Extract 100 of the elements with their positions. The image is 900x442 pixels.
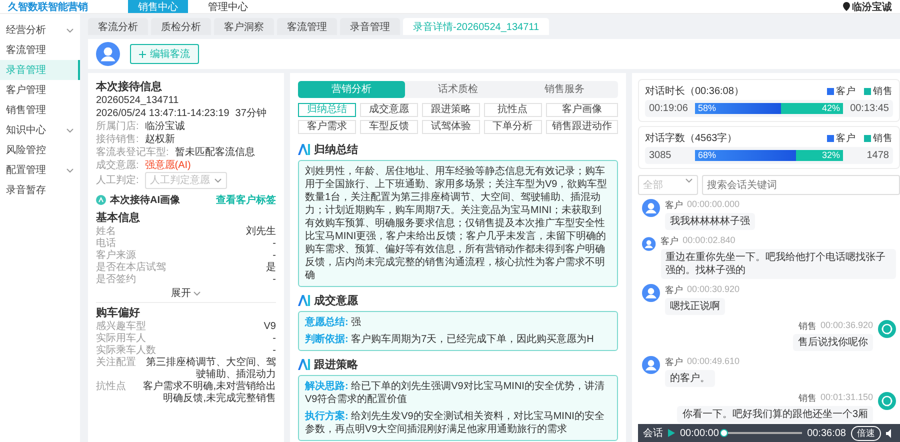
user-avatar-icon	[642, 199, 660, 217]
message-time: 00:00:36.920	[820, 320, 873, 332]
info-value: 是	[266, 262, 276, 274]
section-title: 跟进策略	[314, 358, 358, 372]
speaker-name: 销售	[798, 320, 816, 333]
info-label: 实际用车人	[96, 333, 146, 344]
field-label: 成交意愿:	[96, 159, 139, 172]
page-tab[interactable]: 录音管理	[340, 18, 400, 35]
stat-title: 对话时长（00:36:08）	[645, 84, 745, 98]
store-location[interactable]: 临汾宝诚	[852, 0, 892, 13]
category-chip[interactable]: 客户需求	[298, 120, 356, 134]
category-chip[interactable]: 销售跟进动作	[546, 120, 618, 134]
caret-down-icon	[685, 178, 693, 183]
user-avatar-icon	[642, 356, 660, 374]
record-id: 20260524_134711	[96, 94, 180, 107]
speaker-name: 客户	[660, 235, 679, 248]
current-time: 00:00:00	[680, 428, 719, 438]
player-label: 会话	[643, 426, 663, 440]
info-label: 感兴趣车型	[96, 321, 146, 332]
left-value: 00:19:06	[649, 103, 689, 114]
info-label: 电话	[96, 238, 116, 250]
section-title: 基本信息	[96, 210, 141, 225]
speaker-name: 销售	[798, 392, 816, 405]
user-avatar-icon	[96, 42, 120, 66]
message-bubble: 你看一下。吧好我们算的跟他还坐一个3厢	[677, 406, 873, 423]
category-chip[interactable]: 车型反馈	[360, 120, 418, 134]
result-line: 执行方案: 给刘先生发V9的安全测试相关资料，对比宝马MINI的安全参数，再点明V9大空间插混刚好满足他家用通勤旅行的需求	[305, 410, 606, 436]
message-time: 00:00:02.840	[682, 235, 736, 247]
info-label: 关注配置	[96, 357, 136, 370]
page-tab[interactable]: 客流管理	[277, 18, 337, 35]
field-value: 暂未匹配客流信息	[174, 146, 255, 159]
play-icon[interactable]	[668, 429, 675, 437]
info-value: V9	[264, 321, 276, 333]
message-bubble: 售后说找你呢你	[793, 334, 873, 351]
page-tab[interactable]: 质检分析	[151, 18, 211, 35]
category-chip[interactable]: 成交意愿	[360, 103, 418, 117]
right-value: 1478	[866, 150, 889, 161]
field-label: 所属门店:	[96, 120, 139, 133]
sidebar-item[interactable]: 风险管控	[0, 140, 80, 160]
summary-text: 刘姓男性，年龄、居住地址、用车经验等静态信息无有效记录；购车用于全国旅行、上下班通勤、家用多场景；关注车型为V9，欲购车型数量1台，关注配置为第三排座椅调节、大空间、驾驶辅助、插混动力；计划近期购车，购车周期7天。关注竞品为宝马MINI；未获取到有效购车预算、明确服务要求信息；仅销售提及本次推广车型安全性比宝马MINI更强，客户未给出反馈；客户几乎未发言，未留下明确的购车需求、预算、偏好等有效信息，所有营销动作都未得到客户明确反馈，店内尚未完成完整的销售沟通流程，核心抗性为客户需求不明确	[305, 165, 608, 282]
legend-swatch	[827, 88, 834, 94]
sidebar-item[interactable]: 录音暂存	[0, 180, 80, 200]
analysis-tab[interactable]: 销售服务	[511, 81, 618, 98]
page-tab[interactable]: 客流分析	[88, 18, 148, 35]
expand-link[interactable]: 展开	[171, 286, 191, 300]
expand-caret-icon	[66, 128, 74, 132]
duration: 37分钟	[235, 107, 266, 120]
ratio-fill: 58%	[695, 103, 781, 114]
record-time: 2026/05/24 13:47:11-14:23:19	[96, 107, 230, 120]
search-field[interactable]: 搜索会话关键词	[702, 175, 900, 195]
plus-icon	[139, 50, 146, 58]
field-label: 客流表登记车型:	[96, 146, 169, 159]
sidebar-item[interactable]: 配置管理	[0, 160, 80, 180]
user-avatar-icon	[642, 235, 656, 253]
info-value: -	[272, 333, 276, 345]
nav-tab[interactable]: 管理中心	[198, 0, 258, 13]
sidebar-item[interactable]: 知识中心	[0, 120, 80, 140]
sidebar-item[interactable]: 经营分析	[0, 20, 80, 40]
intent-value: 强意愿(AI)	[144, 159, 191, 172]
caret-down-icon	[193, 290, 201, 296]
analysis-tab[interactable]: 话术质检	[404, 81, 512, 98]
caret-down-icon	[214, 178, 222, 183]
message-time: 00:01:31.150	[820, 392, 873, 404]
sidebar-item[interactable]: 客流管理	[0, 40, 80, 60]
info-value: -	[272, 238, 276, 250]
panel-title: 本次接待信息	[96, 80, 163, 94]
info-label: 是否签约	[96, 274, 136, 286]
location-pin-icon	[843, 2, 850, 11]
category-chip[interactable]: 下单分析	[484, 120, 542, 134]
speaker-name: 客户	[665, 356, 683, 369]
info-value: -	[272, 345, 276, 357]
legend-label: 客户	[836, 84, 856, 98]
sidebar-item[interactable]: 客户管理	[0, 80, 80, 100]
message-time: 00:00:30.920	[687, 284, 740, 296]
speaker-name: 客户	[665, 199, 683, 212]
result-line: 意愿总结: 强	[305, 316, 362, 329]
sidebar-item[interactable]: 销售管理	[0, 100, 80, 120]
right-percent: 32%	[822, 150, 841, 161]
legend-label: 客户	[836, 132, 856, 144]
speed-button[interactable]: 倍速	[851, 426, 881, 440]
field-value: 赵权新	[144, 133, 175, 146]
info-label: 姓名	[96, 226, 116, 238]
category-chip[interactable]: 客户画像	[546, 103, 618, 117]
message-bubble: 嗯找正说啊	[665, 298, 725, 315]
category-chip[interactable]: 试驾体验	[422, 120, 480, 134]
right-percent: 42%	[822, 103, 841, 114]
legend-swatch	[864, 134, 871, 142]
message-bubble: 重边在重你先坐一下。吧我给他打个电话嗯找张子强的。找林子强的	[660, 249, 896, 279]
page-tab[interactable]: 客户洞察	[214, 18, 274, 35]
section-title: 成交意愿	[314, 294, 358, 308]
category-chip[interactable]: 抗性点	[484, 103, 542, 117]
legend-label: 销售	[873, 84, 893, 98]
result-line: 判断依据: 客户购车周期为7天，已经完成下单，因此购买意愿为H	[305, 333, 595, 346]
right-value: 00:13:45	[849, 103, 889, 114]
total-time: 00:36:08	[807, 428, 846, 438]
section-title: 购车偏好	[96, 306, 141, 320]
category-chip[interactable]: 跟进策略	[422, 103, 480, 117]
message-bubble: 我我林林林林子强	[665, 213, 755, 230]
result-line: 解决思路: 给已下单的刘先生强调V9对比宝马MINI的安全优势，讲清V9符合需求的配置价值	[305, 380, 606, 406]
progress-handle[interactable]	[720, 429, 728, 437]
